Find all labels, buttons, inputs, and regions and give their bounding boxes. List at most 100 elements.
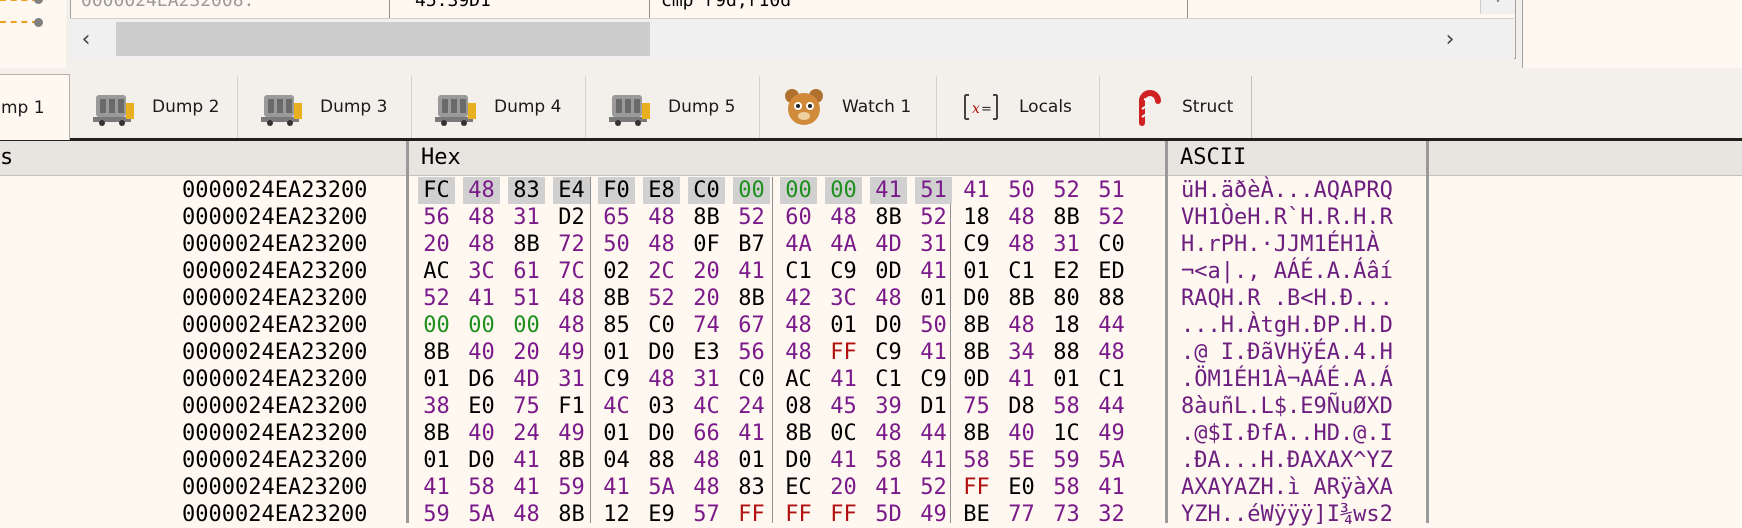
comment-column-header[interactable] [1429, 141, 1742, 176]
hex-byte[interactable]: 49 [1093, 420, 1130, 447]
dump-row[interactable]: 0000024EA23200 56 48 31 D2 65 48 8B 52 60 48 8B 52 18… [0, 204, 1440, 231]
hex-byte[interactable]: 5A [1093, 447, 1130, 474]
hex-byte[interactable]: 41 [1093, 474, 1130, 501]
tab-dump-1[interactable]: mp 1 [0, 74, 70, 140]
hex-byte[interactable]: 75 [508, 393, 545, 420]
hex-byte[interactable]: 01 [915, 285, 952, 312]
tab-dump-2[interactable]: Dump 2 [70, 76, 238, 138]
hex-byte[interactable]: 4C [688, 393, 725, 420]
hex-byte[interactable]: 4A [825, 231, 862, 258]
hex-byte[interactable]: 58 [1048, 474, 1085, 501]
hex-byte[interactable]: 01 [733, 447, 770, 474]
hex-byte[interactable]: 8B [958, 312, 995, 339]
ascii-text[interactable]: ¬<a|., AÁÉ.A.Áâí [1181, 258, 1393, 285]
hex-byte[interactable]: 4C [598, 393, 635, 420]
hex-byte[interactable]: 48 [1003, 231, 1040, 258]
hex-byte[interactable]: 41 [958, 177, 995, 204]
hex-byte[interactable]: 8B [1048, 204, 1085, 231]
ascii-text[interactable]: ...H.ÀtgH.ÐP.H.D [1181, 312, 1393, 339]
hex-byte[interactable]: 50 [915, 312, 952, 339]
hex-byte[interactable]: E9 [643, 501, 680, 528]
hex-byte[interactable]: 58 [1048, 393, 1085, 420]
hex-byte[interactable]: 88 [1048, 339, 1085, 366]
dump-view[interactable]: s Hex ASCII 0000024EA23200 FC 48 83 E4 F0 E8 C0… [0, 141, 1742, 527]
hex-byte[interactable]: 08 [780, 393, 817, 420]
hex-byte[interactable]: 20 [825, 474, 862, 501]
hex-byte[interactable]: D0 [643, 420, 680, 447]
hex-byte[interactable]: E3 [688, 339, 725, 366]
hex-byte[interactable]: BE [958, 501, 995, 528]
hex-byte[interactable]: 67 [733, 312, 770, 339]
hex-byte[interactable]: B7 [733, 231, 770, 258]
hex-byte[interactable]: 48 [1003, 312, 1040, 339]
hex-byte[interactable]: 48 [870, 285, 907, 312]
ascii-text[interactable]: .ÐA...H.ÐAXAX^YZ [1181, 447, 1393, 474]
hex-byte[interactable]: 48 [643, 204, 680, 231]
hex-byte[interactable]: 41 [870, 177, 907, 204]
hex-byte[interactable]: 12 [598, 501, 635, 528]
hex-byte[interactable]: 50 [1003, 177, 1040, 204]
hex-byte[interactable]: FF [825, 501, 862, 528]
hex-byte[interactable]: FF [780, 501, 817, 528]
hex-byte[interactable]: 49 [915, 501, 952, 528]
ascii-text[interactable]: .ÖM1ÉH1À¬AÁÉ.A.Á [1181, 366, 1393, 393]
hex-byte[interactable]: C9 [870, 339, 907, 366]
hex-byte[interactable]: D0 [780, 447, 817, 474]
hex-byte[interactable]: 03 [643, 393, 680, 420]
hex-byte[interactable]: 8B [418, 420, 455, 447]
hex-byte[interactable]: C9 [825, 258, 862, 285]
hex-byte[interactable]: 41 [825, 447, 862, 474]
hex-byte[interactable]: 00 [780, 177, 817, 204]
dump-row[interactable]: 0000024EA23200 01 D0 41 8B 04 88 48 01 D0 41 58 41 58… [0, 447, 1440, 474]
hex-byte[interactable]: 48 [463, 204, 500, 231]
ascii-text[interactable]: .@$I.ÐfA..HD.@.I [1181, 420, 1393, 447]
hex-byte[interactable]: 52 [733, 204, 770, 231]
hex-byte[interactable]: 80 [1048, 285, 1085, 312]
hex-byte[interactable]: 50 [598, 231, 635, 258]
hex-byte[interactable]: 56 [418, 204, 455, 231]
hex-byte[interactable]: 48 [780, 339, 817, 366]
ascii-text[interactable]: .@ I.ÐãVHÿÉA.4.H [1181, 339, 1393, 366]
hex-byte[interactable]: 48 [643, 231, 680, 258]
hex-byte[interactable]: 8B [780, 420, 817, 447]
hex-byte[interactable]: FF [733, 501, 770, 528]
hex-byte[interactable]: AC [780, 366, 817, 393]
hex-byte[interactable]: 51 [1093, 177, 1130, 204]
hex-byte[interactable]: 52 [915, 204, 952, 231]
ascii-text[interactable]: üH.äðèÀ...AQAPRQ [1181, 177, 1393, 204]
hex-byte[interactable]: 5A [463, 501, 500, 528]
hex-byte[interactable]: 0F [688, 231, 725, 258]
hex-byte[interactable]: C0 [643, 312, 680, 339]
hex-byte[interactable]: 41 [915, 447, 952, 474]
hex-byte[interactable]: 8B [418, 339, 455, 366]
hex-byte[interactable]: 41 [508, 474, 545, 501]
hex-byte[interactable]: AC [418, 258, 455, 285]
hex-byte[interactable]: 4A [780, 231, 817, 258]
hex-byte[interactable]: 59 [418, 501, 455, 528]
hex-byte[interactable]: 8B [1003, 285, 1040, 312]
hex-byte[interactable]: 83 [733, 474, 770, 501]
hex-byte[interactable]: 59 [1048, 447, 1085, 474]
hex-byte[interactable]: C0 [688, 177, 725, 204]
hex-byte[interactable]: FC [418, 177, 455, 204]
hex-byte[interactable]: 48 [553, 312, 590, 339]
hex-byte[interactable]: 01 [418, 447, 455, 474]
hex-byte[interactable]: 01 [418, 366, 455, 393]
hex-byte[interactable]: 56 [733, 339, 770, 366]
hex-byte[interactable]: 66 [688, 420, 725, 447]
hex-byte[interactable]: 0D [958, 366, 995, 393]
hex-byte[interactable]: C1 [870, 366, 907, 393]
hex-byte[interactable]: 20 [688, 285, 725, 312]
hex-byte[interactable]: 44 [1093, 393, 1130, 420]
hex-byte[interactable]: D0 [870, 312, 907, 339]
scroll-thumb[interactable] [116, 22, 650, 56]
hex-byte[interactable]: 18 [1048, 312, 1085, 339]
dump-row[interactable]: 0000024EA23200 8B 40 24 49 01 D0 66 41 8B 0C 48 44 8B… [0, 420, 1440, 447]
tab-dump-4[interactable]: Dump 4 [412, 76, 586, 138]
hex-byte[interactable]: 44 [915, 420, 952, 447]
hex-byte[interactable]: 51 [915, 177, 952, 204]
hex-byte[interactable]: 8B [598, 285, 635, 312]
hex-byte[interactable]: D1 [915, 393, 952, 420]
tab-dump-5[interactable]: Dump 5 [586, 76, 760, 138]
horizontal-scrollbar[interactable]: ‹ › [70, 18, 1514, 59]
